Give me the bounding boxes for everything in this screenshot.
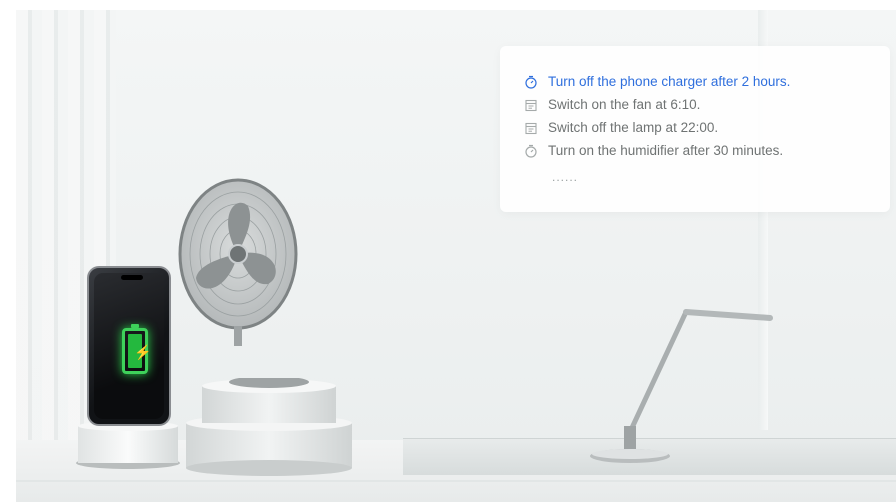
phone-notch: [121, 275, 143, 280]
task-item-lamp[interactable]: Switch off the lamp at 22:00.: [524, 120, 718, 135]
battery-charging-icon: ⚡: [122, 324, 151, 374]
desk-lamp: [560, 300, 780, 470]
task-item-fan[interactable]: Switch on the fan at 6:10.: [524, 97, 700, 112]
schedule-panel: Turn off the phone charger after 2 hours…: [500, 46, 890, 212]
calendar-icon: [524, 98, 538, 112]
floor-edge: [16, 480, 896, 482]
task-item-charger[interactable]: Turn off the phone charger after 2 hours…: [524, 74, 790, 89]
task-item-humidifier[interactable]: Turn on the humidifier after 30 minutes.: [524, 143, 783, 158]
fan-pedestal: [184, 376, 354, 478]
timer-icon: [524, 144, 538, 158]
product-scene: Turn off the phone charger after 2 hours…: [0, 0, 896, 502]
top-band: [0, 0, 896, 10]
smartphone: ⚡: [87, 266, 171, 426]
timer-icon: [524, 75, 538, 89]
task-label: Turn on the humidifier after 30 minutes.: [548, 143, 784, 158]
more-indicator: ......: [552, 170, 579, 184]
charging-stand: [74, 420, 182, 470]
phone-screen: ⚡: [94, 273, 164, 419]
calendar-icon: [524, 121, 538, 135]
fan: [176, 176, 300, 346]
left-edge: [0, 0, 16, 502]
task-label: Turn off the phone charger after 2 hours…: [548, 74, 791, 89]
task-label: Switch on the fan at 6:10.: [548, 97, 701, 112]
task-label: Switch off the lamp at 22:00.: [548, 120, 719, 135]
